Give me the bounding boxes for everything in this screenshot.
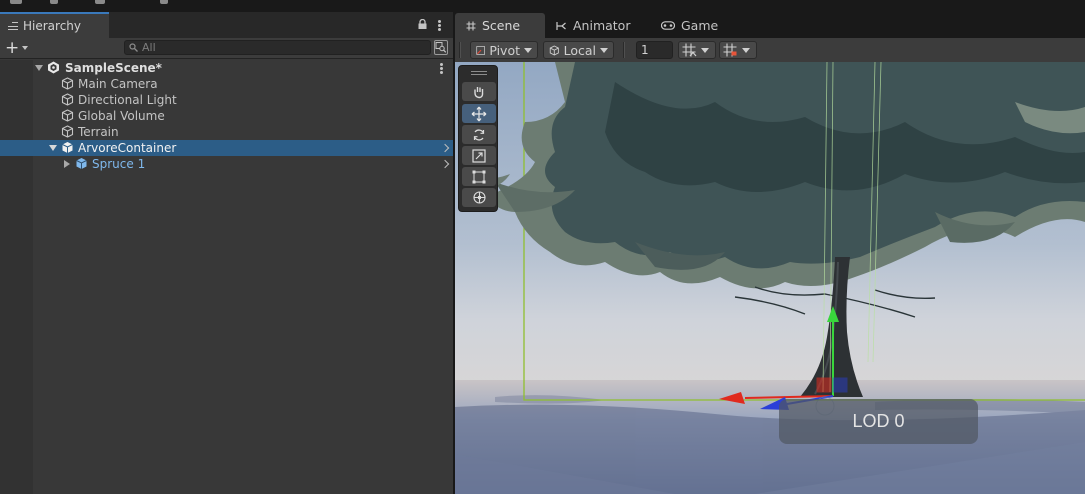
move-tool-button[interactable] [462, 104, 496, 123]
chevron-down-icon [701, 47, 709, 53]
grid-snap-toggle[interactable] [678, 41, 716, 59]
scene-toolbar: Pivot Local [455, 38, 1085, 62]
prefab-cube-icon [76, 158, 87, 169]
scene-tab-bar: Scene Animator Game [455, 12, 1085, 38]
chevron-down-icon [524, 47, 532, 53]
lod-indicator: LOD 0 [779, 399, 978, 444]
gizmo-xy-plane[interactable] [816, 377, 832, 393]
local-cube-icon [549, 45, 559, 55]
tab-game[interactable]: Game [661, 13, 718, 38]
toolbar-icon[interactable] [160, 0, 168, 4]
grid-snap-field[interactable] [636, 41, 673, 59]
rect-icon [472, 170, 486, 183]
gameobject-cube-icon [61, 93, 74, 106]
hierarchy-panel: Hierarchy + All SampleScene* Main Camera… [0, 12, 453, 494]
gameobject-cube-icon [61, 77, 74, 90]
scale-icon [472, 148, 486, 163]
hierarchy-item-directional-light[interactable]: Directional Light [0, 92, 453, 108]
toolbar-icon[interactable] [50, 0, 58, 4]
scene-row[interactable]: SampleScene* [0, 60, 453, 76]
search-icon [129, 43, 138, 52]
scene-name: SampleScene* [65, 61, 162, 75]
tab-hierarchy-label: Hierarchy [23, 19, 82, 33]
hierarchy-toolbar: + [0, 38, 453, 59]
palette-grip[interactable] [471, 71, 487, 75]
hierarchy-menu-icon[interactable] [438, 20, 441, 31]
search-scene-icon [435, 42, 447, 53]
space-dropdown[interactable]: Local [543, 41, 614, 59]
space-label: Local [563, 42, 596, 58]
chevron-right-icon[interactable] [440, 143, 450, 153]
plus-icon: + [5, 38, 20, 58]
scene-search-toggle-button[interactable] [434, 40, 448, 55]
tab-animator-label: Animator [573, 18, 631, 33]
toolbar-separator [623, 42, 625, 58]
rect-tool-button[interactable] [462, 167, 496, 186]
grid-snap-icon [682, 43, 697, 57]
collapse-arrow-icon[interactable] [35, 65, 43, 71]
scene-panel: Scene Animator Game Pivot Local 1 LOD 0 [455, 12, 1085, 494]
toolbar-grip [459, 42, 461, 58]
hierarchy-item-label: Spruce 1 [92, 157, 146, 171]
gameobject-cube-icon [61, 109, 74, 122]
hierarchy-item-terrain[interactable]: Terrain [0, 124, 453, 140]
rotate-icon [473, 128, 485, 141]
pivot-icon [476, 45, 485, 55]
scene-render[interactable] [455, 62, 1085, 494]
scale-tool-button[interactable] [462, 146, 496, 165]
hierarchy-search[interactable] [124, 40, 431, 55]
chevron-down-icon [600, 47, 608, 53]
hierarchy-item-label: Directional Light [78, 93, 177, 107]
gameobject-cube-icon [61, 125, 74, 138]
hierarchy-tab-bar: Hierarchy [0, 12, 453, 38]
transform-tool-button[interactable] [462, 188, 496, 207]
transform-icon [472, 191, 486, 204]
hierarchy-item-label: Terrain [78, 125, 119, 139]
unity-logo-icon[interactable] [10, 0, 22, 4]
grid-icon [723, 43, 737, 57]
move-icon [471, 106, 487, 121]
hierarchy-item-global-volume[interactable]: Global Volume [0, 108, 453, 124]
collapse-arrow-icon[interactable] [49, 145, 57, 151]
gamepad-icon [661, 21, 675, 30]
hash-icon [466, 21, 476, 30]
tab-hierarchy[interactable]: Hierarchy [0, 12, 109, 38]
gizmo-zy-plane[interactable] [832, 377, 848, 393]
animator-icon [556, 21, 566, 30]
chevron-down-icon [22, 46, 29, 50]
hierarchy-item-spruce-1[interactable]: Spruce 1 [0, 156, 453, 172]
lock-icon[interactable] [418, 19, 427, 29]
hand-icon [474, 86, 484, 98]
hierarchy-search-input[interactable] [142, 41, 412, 54]
tab-scene[interactable]: Scene [455, 13, 545, 38]
main-toolbar-strip [0, 0, 1085, 12]
unity-scene-icon [48, 61, 59, 74]
tab-game-label: Game [681, 18, 719, 33]
hierarchy-item-main-camera[interactable]: Main Camera [0, 76, 453, 92]
tab-scene-label: Scene [482, 18, 521, 33]
pivot-dropdown[interactable]: Pivot [470, 41, 538, 59]
tool-palette [458, 65, 498, 212]
gameobject-cube-icon [62, 142, 73, 153]
hierarchy-item-label: ArvoreContainer [78, 141, 177, 155]
hand-tool-button[interactable] [462, 82, 496, 101]
chevron-right-icon[interactable] [440, 159, 450, 169]
add-object-button[interactable]: + [5, 38, 33, 58]
chevron-down-icon [742, 47, 750, 53]
scene-menu-icon[interactable] [440, 63, 443, 74]
hierarchy-item-label: Global Volume [78, 109, 165, 123]
pivot-label: Pivot [489, 42, 520, 58]
grid-visibility-toggle[interactable] [719, 41, 757, 59]
hierarchy-list-icon [8, 22, 18, 30]
hierarchy-item-label: Main Camera [78, 77, 158, 91]
rotate-tool-button[interactable] [462, 125, 496, 144]
expand-arrow-icon[interactable] [64, 160, 70, 168]
hierarchy-item-arvorecontainer[interactable]: ArvoreContainer [0, 140, 453, 156]
scene-viewport[interactable]: LOD 0 [455, 62, 1085, 494]
tab-animator[interactable]: Animator [556, 13, 630, 38]
toolbar-icon[interactable] [95, 0, 105, 4]
